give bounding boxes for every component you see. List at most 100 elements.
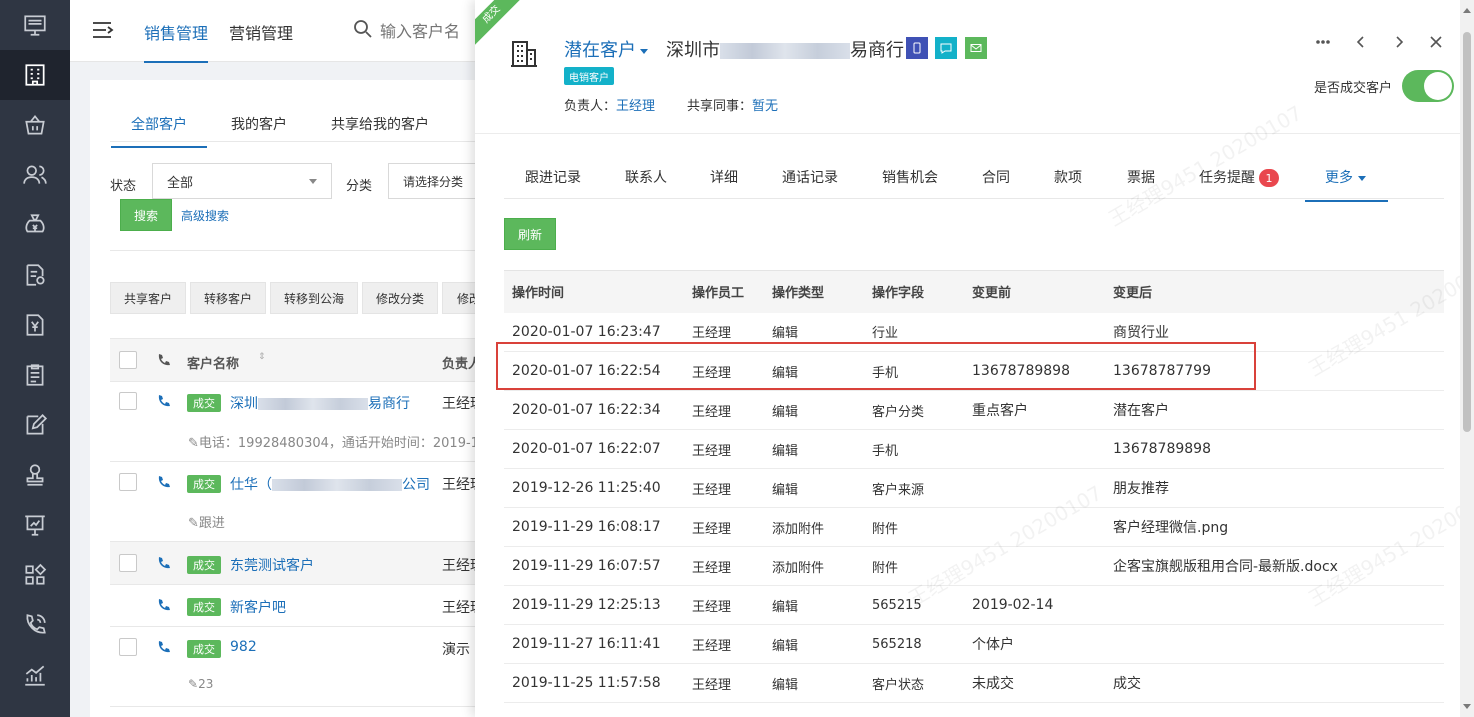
edit-icon: ✎ (188, 516, 199, 531)
select-all-checkbox[interactable] (119, 351, 137, 369)
search-icon (354, 20, 372, 38)
log-after (1105, 585, 1444, 625)
refresh-button[interactable]: 刷新 (504, 218, 556, 250)
tab-contracts[interactable]: 合同 (982, 167, 1010, 187)
phone-icon[interactable] (157, 475, 171, 489)
deal-toggle-switch[interactable] (1402, 70, 1454, 102)
phone-icon[interactable] (157, 394, 171, 408)
log-field: 客户分类 (864, 390, 964, 430)
sort-icon[interactable]: ⇕ (258, 352, 266, 362)
nav-dashboard[interactable] (0, 0, 70, 50)
nav-products[interactable] (0, 100, 70, 150)
nav-customers[interactable] (0, 50, 70, 100)
search-button[interactable]: 搜索 (120, 199, 172, 231)
log-after: 13678789898 (1105, 429, 1444, 469)
scroll-down-icon[interactable] (1463, 704, 1471, 709)
deal-toggle-label: 是否成交客户 (1314, 81, 1393, 96)
row-checkbox[interactable] (119, 554, 137, 572)
tab-shared-customers[interactable]: 共享给我的客户 (331, 114, 429, 134)
nav-approval[interactable] (0, 450, 70, 500)
nav-finance[interactable] (0, 200, 70, 250)
followup-note[interactable]: ✎电话：19928480304，通话开始时间：2019-1 (188, 432, 480, 451)
log-row: 2020-01-07 16:22:07 王经理 编辑 手机 13678789898 (504, 429, 1444, 469)
customer-name-link[interactable]: 新客户吧 (230, 597, 286, 617)
category-filter-placeholder: 请选择分类 (403, 174, 464, 189)
customer-name-link[interactable]: 东莞测试客户 (230, 555, 314, 575)
customer-name-link[interactable]: 982 (230, 639, 257, 655)
log-row: 2019-11-29 16:08:17 王经理 添加附件 附件 客户经理微信.png (504, 507, 1444, 547)
drawer-scrollbar[interactable] (1460, 0, 1474, 717)
close-icon[interactable] (1426, 32, 1446, 52)
log-field: 565215 (864, 585, 964, 625)
scroll-thumb[interactable] (1463, 32, 1471, 432)
log-field: 565218 (864, 624, 964, 664)
scroll-up-icon[interactable] (1463, 8, 1471, 13)
customer-name-link[interactable]: 仕华（ 公司 (230, 474, 430, 494)
row-checkbox[interactable] (119, 638, 137, 656)
edit-note-icon (26, 414, 48, 435)
log-before (964, 546, 1105, 586)
tab-sales-management[interactable]: 销售管理 (144, 20, 209, 63)
owner-link[interactable]: 王经理 (616, 99, 655, 114)
yen-document-icon (26, 314, 44, 336)
nav-documents[interactable] (0, 250, 70, 300)
log-type: 编辑 (764, 624, 864, 664)
tab-invoices[interactable]: 票据 (1127, 167, 1155, 187)
share-link[interactable]: 暂无 (752, 99, 778, 114)
nav-analytics[interactable] (0, 650, 70, 700)
log-time: 2020-01-07 16:22:34 (504, 390, 684, 430)
log-type: 编辑 (764, 390, 864, 430)
tab-opportunities[interactable]: 销售机会 (882, 167, 938, 187)
menu-toggle-icon[interactable] (92, 20, 114, 40)
log-operator: 王经理 (684, 507, 764, 547)
detail-tabs: 跟进记录 联系人 详细 通话记录 销售机会 合同 款项 票据 任务提醒 1 更多 (504, 155, 1444, 202)
tab-more-dropdown[interactable]: 更多 (1305, 167, 1388, 202)
customer-name-link[interactable]: 深圳 易商行 (230, 393, 410, 413)
next-record-icon[interactable] (1389, 32, 1409, 52)
tab-payments[interactable]: 款项 (1054, 167, 1082, 187)
status-filter-select[interactable]: 全部 (152, 163, 332, 199)
tab-task-reminders[interactable]: 任务提醒 1 (1199, 167, 1279, 187)
tab-marketing-management[interactable]: 营销管理 (229, 20, 293, 44)
phone-icon[interactable] (157, 640, 171, 654)
nav-notes[interactable] (0, 400, 70, 450)
move-to-pool-button[interactable]: 转移到公海 (270, 282, 358, 314)
advanced-search-link[interactable]: 高级搜索 (181, 207, 229, 224)
nav-tasks[interactable] (0, 350, 70, 400)
more-options-icon[interactable] (1313, 32, 1333, 52)
money-bag-icon (25, 214, 45, 233)
nav-reports[interactable] (0, 500, 70, 550)
nav-apps[interactable] (0, 550, 70, 600)
tab-contacts[interactable]: 联系人 (625, 167, 667, 187)
monitor-icon (24, 15, 46, 36)
tab-call-records[interactable]: 通话记录 (782, 167, 838, 187)
edit-icon: ✎ (188, 677, 199, 691)
followup-note[interactable]: ✎跟进 (188, 512, 225, 531)
tab-details[interactable]: 详细 (710, 167, 738, 187)
nav-calls[interactable] (0, 600, 70, 650)
phone-icon[interactable] (157, 598, 171, 612)
tab-all-customers[interactable]: 全部客户 (111, 114, 207, 148)
customer-search-input[interactable] (380, 22, 490, 41)
tab-my-customers[interactable]: 我的客户 (231, 114, 287, 134)
column-customer-name[interactable]: 客户名称 (187, 353, 239, 372)
log-operator: 王经理 (684, 624, 764, 664)
tab-followup[interactable]: 跟进记录 (525, 167, 581, 187)
nav-payments[interactable] (0, 300, 70, 350)
sms-button[interactable] (935, 37, 957, 59)
modify-category-button[interactable]: 修改分类 (362, 282, 438, 314)
followup-note[interactable]: ✎23 (188, 677, 213, 691)
customer-tag: 电销客户 (564, 67, 614, 85)
prev-record-icon[interactable] (1351, 32, 1371, 52)
transfer-customer-button[interactable]: 转移客户 (190, 282, 266, 314)
share-customer-button[interactable]: 共享客户 (110, 282, 186, 314)
phone-icon[interactable] (157, 556, 171, 570)
log-time: 2019-11-29 16:07:57 (504, 546, 684, 586)
row-checkbox[interactable] (119, 392, 137, 410)
deal-badge: 成交 (187, 394, 221, 412)
customer-status-dropdown[interactable]: 潜在客户 (564, 36, 648, 62)
row-checkbox[interactable] (119, 473, 137, 491)
email-button[interactable] (965, 37, 987, 59)
nav-contacts[interactable] (0, 150, 70, 200)
mobile-contact-button[interactable] (906, 37, 928, 59)
